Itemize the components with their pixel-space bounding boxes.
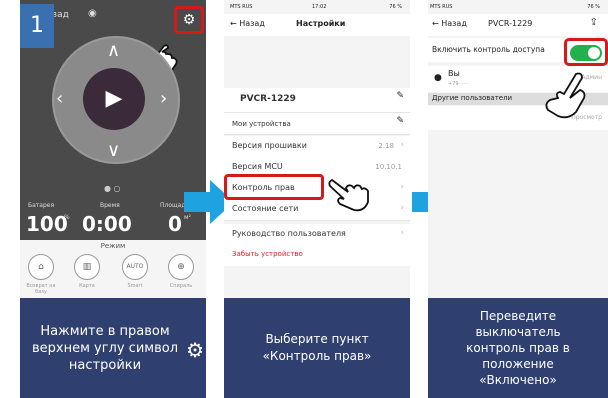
access-control-highlight <box>224 174 324 200</box>
page-dots: ● ○ <box>104 184 121 193</box>
step3-screenshot: MTS RUS 76 % ← Назад PVCR-1229 ⇪ Включит… <box>428 0 608 298</box>
mode-smart[interactable]: AUTO Smart <box>118 254 152 289</box>
mode-home[interactable]: ⌂ Возврат на базу <box>24 254 58 295</box>
settings-row[interactable]: Версия прошивки 2.18 › <box>224 136 410 158</box>
pointing-hand-icon <box>545 72 586 119</box>
gear-icon: ⚙ <box>186 338 204 362</box>
mode-label: Карта <box>79 283 95 289</box>
edit-icon[interactable]: ✎ <box>396 91 404 101</box>
chevron-right-icon: › <box>400 182 404 192</box>
row-label: Состояние сети <box>232 204 299 213</box>
up-arrow-icon[interactable]: ∧ <box>107 40 120 61</box>
row-label: Руководство пользователя <box>232 229 346 238</box>
caption-text: Выберите пункт «Контроль прав» <box>262 332 372 363</box>
home-icon: ⌂ <box>28 254 54 280</box>
user-icon: ● <box>434 73 442 83</box>
user-name: Вы <box>448 69 460 78</box>
page-title: PVCR-1229 <box>488 19 533 28</box>
step1-caption: Нажмите в правом верхнем углу символ нас… <box>20 298 206 398</box>
stats-row: Батарея 100 % Время 0:00 Площадь 0 м² <box>20 200 206 240</box>
device-name: PVCR-1229 <box>240 94 296 104</box>
mode-label: Возврат на базу <box>26 283 56 295</box>
step2-screenshot: MTS RUS 17:02 76 % ← Назад Настройки PVC… <box>224 0 410 298</box>
row-label: Мои устройства <box>232 120 291 128</box>
eye-icon: ◉ <box>88 8 97 19</box>
status-carrier: MTS RUS <box>430 4 453 10</box>
status-battery: 76 % <box>389 4 402 10</box>
auto-icon: AUTO <box>122 254 148 280</box>
settings-gear-icon[interactable]: ⚙ <box>174 6 204 34</box>
step2-caption: Выберите пункт «Контроль прав» <box>224 298 410 398</box>
step-number-badge: 1 <box>20 4 54 48</box>
back-label: Назад <box>441 19 467 28</box>
chevron-right-icon: › <box>400 228 404 238</box>
section-title: Другие пользователи <box>432 94 513 102</box>
time-value: 0:00 <box>82 212 132 236</box>
nav-bar: ← Назад PVCR-1229 ⇪ <box>428 14 608 36</box>
battery-label: Батарея <box>28 202 55 209</box>
row-label: Версия MCU <box>232 162 283 171</box>
mode-spiral[interactable]: ⊕ Спираль <box>164 254 198 289</box>
back-label: Назад <box>239 19 265 28</box>
enable-access-label: Включить контроль доступа <box>432 45 545 54</box>
status-battery: 76 % <box>587 4 600 10</box>
device-name-row[interactable]: PVCR-1229 ✎ <box>224 88 410 113</box>
row-label: Версия прошивки <box>232 141 307 150</box>
step3-caption: Переведите выключатель контроль прав в п… <box>428 298 608 398</box>
status-time: 17:02 <box>312 4 327 10</box>
mode-label: Smart <box>127 283 143 289</box>
toggle-highlight <box>564 38 608 66</box>
down-arrow-icon[interactable]: ∨ <box>107 140 120 161</box>
forget-device-row[interactable]: Забыть устройство <box>224 245 410 266</box>
back-button[interactable]: ← Назад <box>230 19 265 28</box>
caption-text: Нажмите в правом верхнем углу символ нас… <box>31 323 179 373</box>
edit-icon[interactable]: ✎ <box>396 116 404 126</box>
nav-bar: ← Назад Настройки <box>224 14 410 36</box>
left-arrow-icon[interactable]: ‹ <box>56 88 63 109</box>
battery-unit: % <box>64 214 70 221</box>
step1-screenshot: Назад ◉ 1 ⚙ ∧ ∨ ‹ › ▶ ● ○ Батарея 100 % … <box>20 0 206 298</box>
mode-map[interactable]: ▥ Карта <box>70 254 104 289</box>
pointing-hand-icon <box>328 178 369 212</box>
settings-row[interactable]: Мои устройства ✎ <box>224 113 410 135</box>
forget-device-label: Забыть устройство <box>232 250 303 258</box>
back-button[interactable]: ← Назад <box>432 19 467 28</box>
chevron-right-icon: › <box>400 203 404 213</box>
battery-value: 100 <box>26 212 68 236</box>
spiral-icon: ⊕ <box>168 254 194 280</box>
play-button[interactable]: ▶ <box>83 68 145 130</box>
mode-label: Спираль <box>169 283 193 289</box>
map-icon: ▥ <box>74 254 100 280</box>
status-carrier: MTS RUS <box>230 4 253 10</box>
modes-title: Режим <box>100 242 126 250</box>
row-value: 2.18 <box>378 142 394 150</box>
area-value: 0 <box>168 212 182 236</box>
time-label: Время <box>100 202 120 209</box>
caption-text: Переведите выключатель контроль прав в п… <box>466 309 570 387</box>
modes-panel: Режим ⌂ Возврат на базу ▥ Карта AUTO Sma… <box>20 240 206 298</box>
user-phone: +79······ <box>448 81 469 87</box>
right-arrow-icon[interactable]: › <box>160 88 167 109</box>
page-title: Настройки <box>296 19 346 28</box>
settings-row[interactable]: Руководство пользователя › <box>224 224 410 246</box>
row-value: 10.10.1 <box>375 163 402 171</box>
chevron-right-icon: › <box>400 140 404 150</box>
share-icon[interactable]: ⇪ <box>590 17 598 28</box>
settings-row[interactable]: Состояние сети › <box>224 199 410 221</box>
